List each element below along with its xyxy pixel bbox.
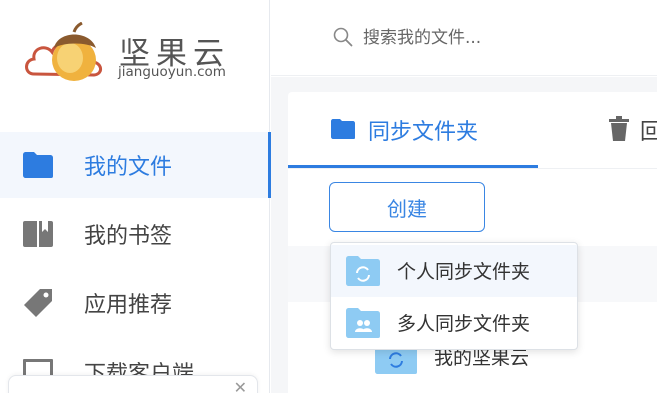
trash-icon (609, 116, 629, 141)
tab-recycle-bin[interactable]: 回 (608, 92, 657, 168)
menu-item-label: 个人同步文件夹 (397, 261, 531, 283)
menu-item-shared-sync-folder[interactable]: 多人同步文件夹 (331, 297, 577, 349)
shared-sync-folder-icon (346, 308, 380, 338)
logo[interactable]: 坚果云 jianguoyun.com (24, 18, 264, 88)
sidebar-item-bookmarks[interactable]: 我的书签 (0, 201, 270, 267)
acorn-cloud-logo-icon (25, 22, 102, 81)
create-dropdown-menu: 个人同步文件夹 多人同步文件夹 (330, 242, 578, 350)
sidebar-item-apps[interactable]: 应用推荐 (0, 270, 270, 336)
sidebar-item-my-files[interactable]: 我的文件 (0, 132, 271, 198)
sidebar-item-label: 我的书签 (84, 224, 173, 249)
sidebar-item-label: 我的文件 (84, 155, 173, 180)
notification-card: ✕ (8, 375, 258, 393)
tab-sync-folders[interactable]: 同步文件夹 (288, 92, 538, 168)
tag-icon (24, 289, 52, 317)
bookmark-icon (23, 221, 53, 247)
tab-label: 回 (640, 120, 657, 145)
sidebar: 坚果云 jianguoyun.com 我的文件 我的书签 应用推荐 下载客户端 … (0, 0, 271, 393)
divider (288, 168, 657, 169)
folder-icon (331, 119, 355, 139)
search-icon (333, 27, 353, 47)
folder-icon (23, 152, 53, 178)
brand-domain: jianguoyun.com (118, 64, 226, 80)
search-input[interactable] (363, 24, 623, 52)
sidebar-item-label: 应用推荐 (84, 293, 173, 318)
create-button[interactable]: 创建 (329, 182, 485, 232)
tab-label: 同步文件夹 (368, 120, 479, 145)
menu-item-label: 多人同步文件夹 (397, 313, 531, 335)
close-icon[interactable]: ✕ (234, 378, 247, 393)
menu-item-personal-sync-folder[interactable]: 个人同步文件夹 (331, 245, 577, 297)
personal-sync-folder-icon (346, 256, 380, 286)
top-bar (271, 0, 657, 76)
